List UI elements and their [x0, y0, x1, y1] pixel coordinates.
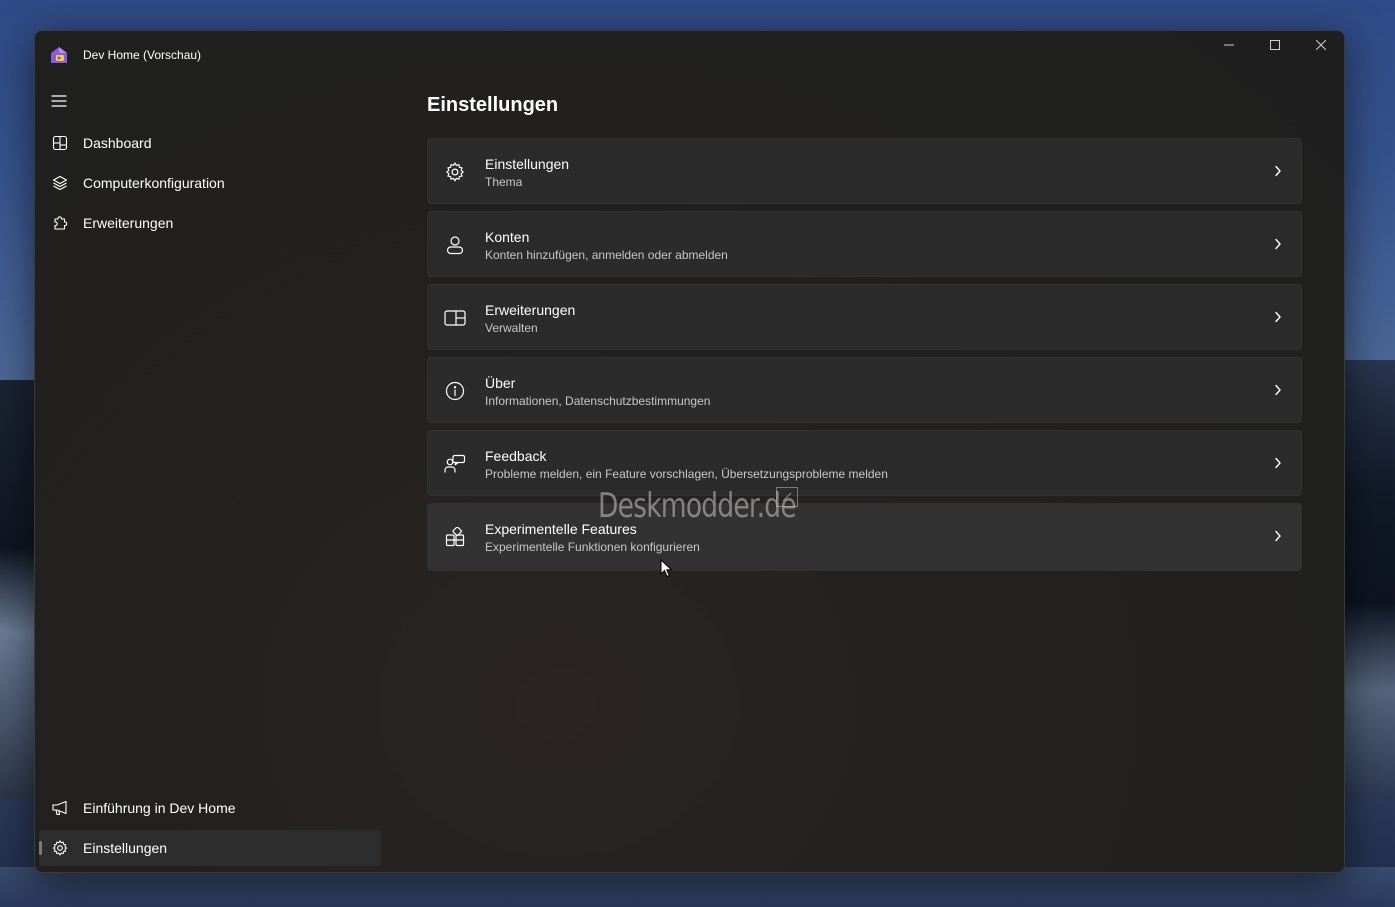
sidebar-item-label: Einführung in Dev Home	[83, 800, 236, 816]
dev-home-app-icon	[50, 46, 68, 64]
chevron-right-icon	[1271, 529, 1285, 543]
settings-card-ueber[interactable]: Über Informationen, Datenschutzbestimmun…	[427, 357, 1302, 423]
close-button[interactable]	[1298, 31, 1344, 61]
settings-card-experimentelle-features[interactable]: Experimentelle Features Experimentelle F…	[427, 503, 1302, 571]
settings-card-einstellungen[interactable]: Einstellungen Thema	[427, 138, 1302, 204]
dashboard-icon	[51, 134, 69, 152]
window-title: Dev Home (Vorschau)	[83, 48, 202, 62]
experimental-icon	[444, 526, 466, 548]
card-subtitle: Probleme melden, ein Feature vorschlagen…	[485, 467, 888, 481]
maximize-button[interactable]	[1252, 31, 1298, 61]
maximize-icon	[1270, 37, 1280, 55]
card-title: Experimentelle Features	[485, 521, 637, 537]
close-icon	[1315, 37, 1327, 55]
minimize-icon	[1224, 37, 1234, 55]
chevron-right-icon	[1271, 310, 1285, 324]
chevron-right-icon	[1271, 237, 1285, 251]
extension-panel-icon	[444, 307, 466, 329]
desktop-wallpaper-bottom	[0, 867, 1395, 907]
gear-icon	[444, 161, 466, 183]
sidebar-item-dashboard[interactable]: Dashboard	[39, 125, 381, 161]
settings-card-konten[interactable]: Konten Konten hinzufügen, anmelden oder …	[427, 211, 1302, 277]
card-title: Feedback	[485, 448, 547, 464]
card-title: Erweiterungen	[485, 302, 576, 318]
sidebar-item-label: Computerkonfiguration	[83, 175, 225, 191]
card-subtitle: Thema	[485, 175, 523, 189]
sidebar-item-label: Erweiterungen	[83, 215, 174, 231]
card-subtitle: Experimentelle Funktionen konfigurieren	[485, 540, 700, 554]
watermark-logo-icon	[776, 487, 798, 507]
page-title: Einstellungen	[427, 94, 559, 116]
puzzle-icon	[51, 214, 69, 232]
sidebar-item-label: Einstellungen	[83, 840, 168, 856]
card-subtitle: Verwalten	[485, 321, 538, 335]
card-title: Einstellungen	[485, 156, 570, 172]
card-title: Über	[485, 375, 516, 391]
sidebar-item-einstellungen[interactable]: Einstellungen	[39, 830, 381, 866]
mouse-cursor-icon	[660, 558, 674, 579]
chevron-right-icon	[1271, 164, 1285, 178]
settings-card-feedback[interactable]: Feedback Probleme melden, ein Feature vo…	[427, 430, 1302, 496]
person-icon	[444, 234, 466, 256]
minimize-button[interactable]	[1206, 31, 1252, 61]
megaphone-icon	[51, 799, 69, 817]
chevron-right-icon	[1271, 456, 1285, 470]
sidebar-item-label: Dashboard	[83, 135, 152, 151]
sidebar-item-erweiterungen[interactable]: Erweiterungen	[39, 205, 381, 241]
gear-icon	[51, 839, 69, 857]
info-icon	[444, 380, 466, 402]
sidebar-item-computerkonfiguration[interactable]: Computerkonfiguration	[39, 165, 381, 201]
layers-icon	[51, 174, 69, 192]
card-title: Konten	[485, 229, 530, 245]
desktop-wallpaper-right	[1340, 360, 1395, 800]
feedback-icon	[444, 453, 466, 475]
title-bar[interactable]: Dev Home (Vorschau)	[35, 31, 1344, 79]
hamburger-icon	[51, 94, 67, 112]
card-subtitle: Informationen, Datenschutzbestimmungen	[485, 394, 711, 408]
app-window: Dev Home (Vorschau) Dashboard Computerko…	[34, 30, 1345, 873]
card-subtitle: Konten hinzufügen, anmelden oder abmelde…	[485, 248, 728, 262]
sidebar-item-einfuehrung[interactable]: Einführung in Dev Home	[39, 790, 381, 826]
settings-card-erweiterungen[interactable]: Erweiterungen Verwalten	[427, 284, 1302, 350]
chevron-right-icon	[1271, 383, 1285, 397]
nav-toggle-button[interactable]	[49, 93, 69, 113]
